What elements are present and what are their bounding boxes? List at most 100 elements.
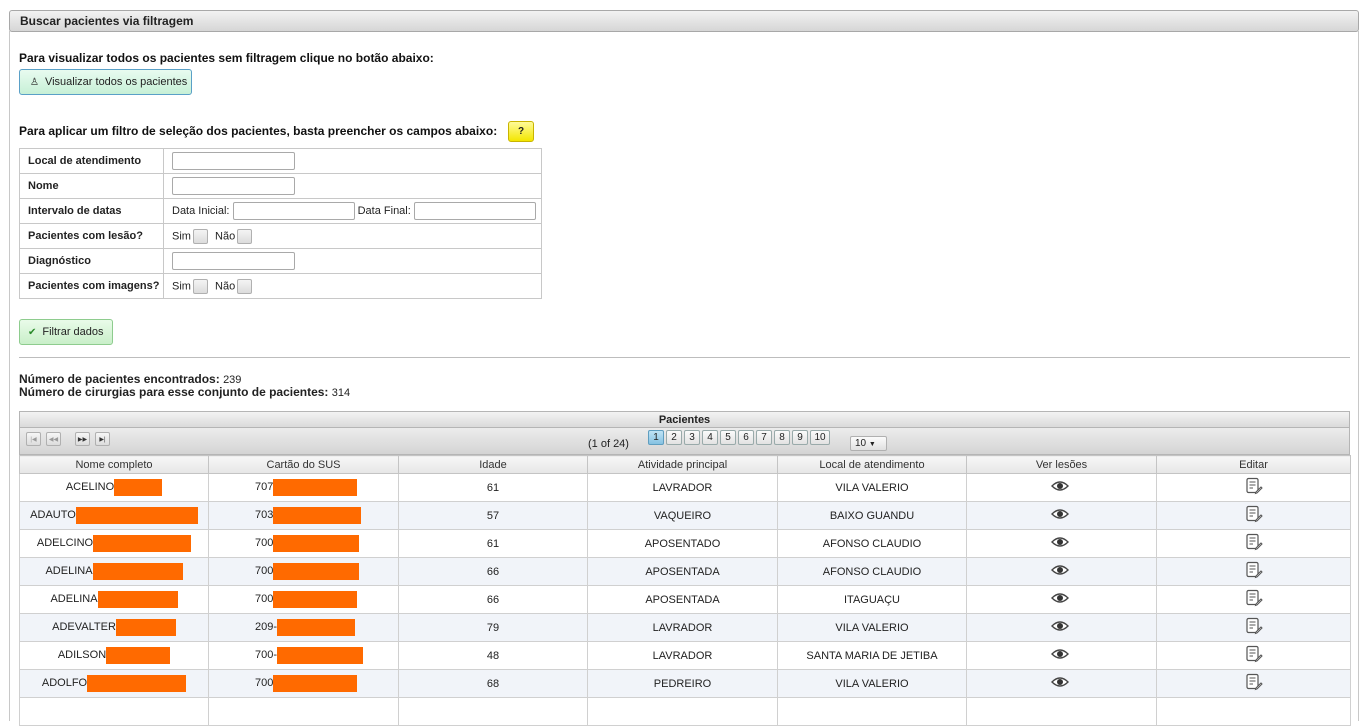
- filter-button[interactable]: ✔ Filtrar dados: [19, 319, 113, 345]
- column-header-3[interactable]: Atividade principal: [587, 455, 778, 474]
- cell-age: 61: [398, 529, 588, 558]
- column-header-0[interactable]: Nome completo: [19, 455, 209, 474]
- help-button[interactable]: ?: [508, 121, 534, 142]
- table-row[interactable]: ADOLFO 700 68 PEDREIRO VILA VALERIO: [19, 669, 1351, 698]
- cell-sus: 700-: [208, 641, 399, 670]
- patient-name-text: ACELINO: [65, 481, 115, 494]
- table-body: ACELINO 707 61 LAVRADOR VILA VALERIO ADAUTO 70…: [19, 473, 1351, 726]
- eye-icon[interactable]: [1051, 536, 1069, 551]
- table-row[interactable]: ADILSON 700- 48 LAVRADOR SANTA MARIA DE JETI…: [19, 641, 1351, 670]
- surgeries-count: Número de cirurgias para esse conjunto d…: [19, 385, 350, 399]
- table-row[interactable]: ADELINA 700 66 APOSENTADA AFONSO CLAUDIO: [19, 557, 1351, 586]
- table-row[interactable]: ADELCINO 700 61 APOSENTADO AFONSO CLAUDIO: [19, 529, 1351, 558]
- cell-view: [966, 529, 1157, 558]
- cell-sus: 703: [208, 501, 399, 530]
- cell-place: ITAGUAÇU: [777, 585, 967, 614]
- page-link-5[interactable]: 5: [720, 430, 736, 445]
- filter-row-lesao: Pacientes com lesão? Sim Não: [19, 223, 542, 249]
- chevron-down-icon: ▼: [868, 441, 876, 448]
- table-row[interactable]: ACELINO 707 61 LAVRADOR VILA VALERIO: [19, 473, 1351, 502]
- cell-name: ACELINO: [19, 473, 209, 502]
- table-row[interactable]: ADELINA 700 66 APOSENTADA ITAGUAÇU: [19, 585, 1351, 614]
- page-link-6[interactable]: 6: [738, 430, 754, 445]
- cell-name: ADILSON: [19, 641, 209, 670]
- column-header-5[interactable]: Ver lesões: [966, 455, 1157, 474]
- local-input[interactable]: [172, 152, 295, 170]
- edit-note-icon[interactable]: [1245, 589, 1263, 610]
- sus-card: 700: [255, 591, 358, 608]
- first-page-icon[interactable]: |◀: [26, 432, 41, 446]
- page-link-7[interactable]: 7: [756, 430, 772, 445]
- page-link-1[interactable]: 1: [648, 430, 664, 445]
- filter-label-local: Local de atendimento: [19, 148, 164, 174]
- redaction-block: [106, 647, 171, 664]
- cell-edit: [1156, 613, 1351, 642]
- edit-note-icon[interactable]: [1245, 673, 1263, 694]
- filter-text: Para aplicar um filtro de seleção dos pa…: [19, 124, 498, 138]
- cell-job: APOSENTADO: [587, 529, 778, 558]
- start-date-input[interactable]: [232, 202, 355, 220]
- patient-name: ADEVALTER: [52, 619, 176, 636]
- page-link-4[interactable]: 4: [702, 430, 718, 445]
- page-link-3[interactable]: 3: [684, 430, 700, 445]
- edit-note-icon[interactable]: [1245, 561, 1263, 582]
- panel-title: Buscar pacientes via filtragem: [20, 14, 194, 28]
- end-date-input[interactable]: [413, 202, 536, 220]
- column-header-4[interactable]: Local de atendimento: [777, 455, 967, 474]
- edit-note-icon[interactable]: [1245, 505, 1263, 526]
- rows-per-page-value: 10: [855, 438, 867, 449]
- patient-name-text: ADOLFO: [41, 677, 88, 690]
- column-header-6[interactable]: Editar: [1156, 455, 1351, 474]
- empty-cell: [208, 697, 399, 726]
- page-link-8[interactable]: 8: [774, 430, 790, 445]
- empty-cell: [966, 697, 1157, 726]
- cell-sus: 707: [208, 473, 399, 502]
- diagnosis-input[interactable]: [172, 252, 295, 270]
- cell-name: ADOLFO: [19, 669, 209, 698]
- view-all-button[interactable]: ♙ Visualizar todos os pacientes: [19, 69, 192, 95]
- eye-icon[interactable]: [1051, 648, 1069, 663]
- sus-card-text: 700-: [255, 649, 278, 662]
- eye-icon[interactable]: [1051, 620, 1069, 635]
- patient-name-text: ADELINA: [50, 593, 98, 606]
- redaction-block: [273, 591, 358, 608]
- paginator: |◀ ◀◀ ▶▶ ▶| (1 of 24) 1 2 3 4 5 6 7 8 9 10 10 ▼: [19, 428, 1350, 455]
- edit-note-icon[interactable]: [1245, 477, 1263, 498]
- person-icon: ♙: [30, 76, 39, 88]
- redaction-block: [273, 535, 360, 552]
- patients-count: Número de pacientes encontrados: 239: [19, 372, 241, 386]
- column-header-1[interactable]: Cartão do SUS: [208, 455, 399, 474]
- eye-icon[interactable]: [1051, 480, 1069, 495]
- table-row[interactable]: ADAUTO 703 57 VAQUEIRO BAIXO GUANDU: [19, 501, 1351, 530]
- cell-view: [966, 613, 1157, 642]
- eye-icon[interactable]: [1051, 508, 1069, 523]
- page-link-10[interactable]: 10: [810, 430, 830, 445]
- last-page-icon[interactable]: ▶|: [95, 432, 110, 446]
- eye-icon[interactable]: [1051, 564, 1069, 579]
- page-link-2[interactable]: 2: [666, 430, 682, 445]
- prev-page-icon[interactable]: ◀◀: [46, 432, 61, 446]
- imagens-no-checkbox[interactable]: [237, 278, 253, 294]
- lesao-yes-checkbox[interactable]: [192, 228, 208, 244]
- empty-cell: [587, 697, 778, 726]
- edit-note-icon[interactable]: [1245, 533, 1263, 554]
- filter-table: Local de atendimento Nome Intervalo de d…: [19, 148, 542, 299]
- name-input[interactable]: [172, 177, 295, 195]
- edit-note-icon[interactable]: [1245, 617, 1263, 638]
- cell-edit: [1156, 641, 1351, 670]
- edit-note-icon[interactable]: [1245, 645, 1263, 666]
- cell-place: BAIXO GUANDU: [777, 501, 967, 530]
- column-header-2[interactable]: Idade: [398, 455, 588, 474]
- cell-view: [966, 669, 1157, 698]
- cell-age: 68: [398, 669, 588, 698]
- eye-icon[interactable]: [1051, 676, 1069, 691]
- imagens-yes-checkbox[interactable]: [192, 278, 208, 294]
- rows-per-page-select[interactable]: 10 ▼: [850, 436, 887, 451]
- table-row[interactable]: ADEVALTER 209- 79 LAVRADOR VILA VALERIO: [19, 613, 1351, 642]
- lesao-no-label: Não: [215, 229, 236, 242]
- cell-job: LAVRADOR: [587, 641, 778, 670]
- eye-icon[interactable]: [1051, 592, 1069, 607]
- next-page-icon[interactable]: ▶▶: [75, 432, 90, 446]
- page-link-9[interactable]: 9: [792, 430, 808, 445]
- lesao-no-checkbox[interactable]: [237, 228, 253, 244]
